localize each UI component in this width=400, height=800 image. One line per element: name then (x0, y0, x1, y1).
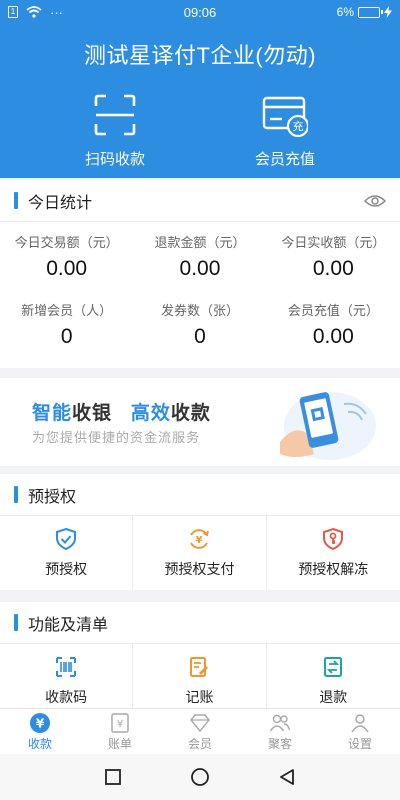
stat-label: 新增会员（人） (21, 303, 113, 318)
yuan-refresh-icon: ¥ (190, 529, 210, 549)
header: 测试星译付T企业(勿动) 扫码收款 充 会员充值 (0, 24, 400, 178)
wifi-icon (26, 6, 42, 18)
promo-banner[interactable]: 智能收银 高效收款 为您提供便捷的资金流服务 (0, 378, 400, 466)
stat-today-transaction: 今日交易额（元） 0.00 (0, 230, 133, 298)
svg-text:¥: ¥ (196, 535, 203, 546)
system-nav-bar (0, 754, 400, 800)
grid-label: 预授权解冻 (298, 561, 369, 577)
stat-new-members: 新增会员（人） 0 (0, 298, 133, 366)
banner-word2-accent: 高效 (130, 403, 171, 424)
preauth-title: 预授权 (28, 488, 77, 506)
grid-label: 预授权支付 (164, 561, 235, 577)
tab-label: 会员 (187, 736, 212, 751)
clock: 09:06 (183, 4, 217, 20)
sim-icon: 1 (8, 6, 18, 18)
bill-icon: ¥ (111, 712, 129, 733)
home-icon[interactable] (190, 767, 210, 787)
scan-pay-label: 扫码收款 (84, 151, 145, 168)
banner-word2-rest: 收款 (170, 403, 211, 424)
stat-label: 今日交易额（元） (14, 235, 119, 250)
member-recharge-icon: 充 (262, 96, 308, 138)
notification-dots: ··· (50, 4, 63, 20)
banner-subtitle: 为您提供便捷的资金流服务 (32, 430, 201, 445)
stat-label: 会员充值（元） (287, 303, 379, 318)
tab-collect[interactable]: ¥ 收款 (0, 709, 80, 754)
banner-word1-accent: 智能 (32, 403, 73, 424)
person-icon (351, 713, 369, 732)
tab-customers[interactable]: 聚客 (240, 709, 320, 754)
tab-members[interactable]: 会员 (160, 709, 240, 754)
preauth-pay-button[interactable]: ¥ 预授权支付 (133, 516, 267, 590)
stat-coupons-issued: 发券数（张） 0 (133, 298, 266, 366)
battery-percent: 6% (336, 5, 354, 19)
battery-icon (358, 6, 383, 18)
functions-section: 功能及清单 收款码 记账 退款 (0, 602, 400, 708)
diamond-icon (190, 713, 210, 732)
scan-pay-button[interactable]: 扫码收款 (55, 92, 175, 169)
svg-text:充: 充 (293, 119, 304, 133)
stat-value: 0.00 (312, 257, 354, 280)
merchant-title: 测试星译付T企业(勿动) (83, 43, 317, 68)
yuan-circle-icon: ¥ (30, 712, 50, 733)
shield-key-icon (323, 527, 344, 551)
functions-title: 功能及清单 (28, 616, 109, 634)
group-icon (269, 714, 291, 731)
stat-member-recharge: 会员充值（元） 0.00 (267, 298, 400, 366)
tab-label: 设置 (347, 736, 372, 751)
bottom-tab-bar: ¥ 收款 ¥ 账单 会员 聚客 设置 (0, 708, 400, 754)
section-accent-bar (14, 486, 18, 503)
tab-label: 账单 (107, 736, 132, 751)
stat-value: 0 (60, 325, 73, 348)
preauth-unfreeze-button[interactable]: 预授权解冻 (267, 516, 400, 590)
section-accent-bar (14, 614, 18, 631)
tab-label: 聚客 (267, 736, 292, 751)
recents-icon[interactable] (103, 767, 123, 787)
grid-label: 记账 (185, 689, 214, 705)
eye-icon[interactable] (364, 193, 386, 209)
status-bar: 1 ··· 09:06 6% (0, 0, 400, 24)
shield-check-icon (56, 527, 77, 551)
tab-bills[interactable]: ¥ 账单 (80, 709, 160, 754)
grid-label: 退款 (319, 689, 348, 705)
banner-headline: 智能收银 高效收款 (32, 398, 211, 425)
stat-value: 0.00 (179, 257, 221, 280)
scan-icon (94, 94, 136, 136)
tab-label: 收款 (27, 736, 52, 751)
refund-button[interactable]: 退款 (267, 644, 400, 708)
member-recharge-label: 会员充值 (254, 151, 315, 168)
stat-today-received: 今日实收额（元） 0.00 (267, 230, 400, 298)
preauth-button[interactable]: 预授权 (0, 516, 134, 590)
section-accent-bar (14, 192, 18, 209)
notebook-icon (190, 657, 209, 677)
svg-text:¥: ¥ (36, 716, 45, 730)
preauth-section: 预授权 预授权 ¥ 预授权支付 预授权解冻 (0, 474, 400, 590)
stat-label: 发券数（张） (160, 303, 239, 318)
stat-value: 0 (194, 325, 206, 348)
stat-value: 0.00 (312, 325, 354, 348)
stat-label: 今日实收额（元） (281, 235, 386, 250)
tab-settings[interactable]: 设置 (320, 709, 400, 754)
grid-label: 预授权 (45, 561, 88, 577)
today-stats-card: 今日统计 今日交易额（元） 0.00 退款金额（元） 0.00 今日实收额（元）… (0, 180, 400, 368)
phone-payment-illustration (280, 392, 376, 460)
stat-refund-amount: 退款金额（元） 0.00 (133, 230, 266, 298)
stat-label: 退款金额（元） (154, 235, 246, 250)
charging-icon (384, 6, 392, 18)
today-stats-title: 今日统计 (28, 194, 93, 212)
member-recharge-button[interactable]: 充 会员充值 (225, 92, 345, 169)
back-icon[interactable] (277, 767, 297, 787)
svg-text:¥: ¥ (117, 719, 123, 730)
stat-value: 0.00 (46, 257, 88, 280)
refund-icon (324, 657, 343, 677)
grid-label: 收款码 (45, 689, 88, 705)
payment-code-button[interactable]: 收款码 (0, 644, 134, 708)
bookkeeping-button[interactable]: 记账 (133, 644, 267, 708)
banner-word1-rest: 收银 (72, 403, 113, 424)
barcode-icon (56, 657, 77, 677)
